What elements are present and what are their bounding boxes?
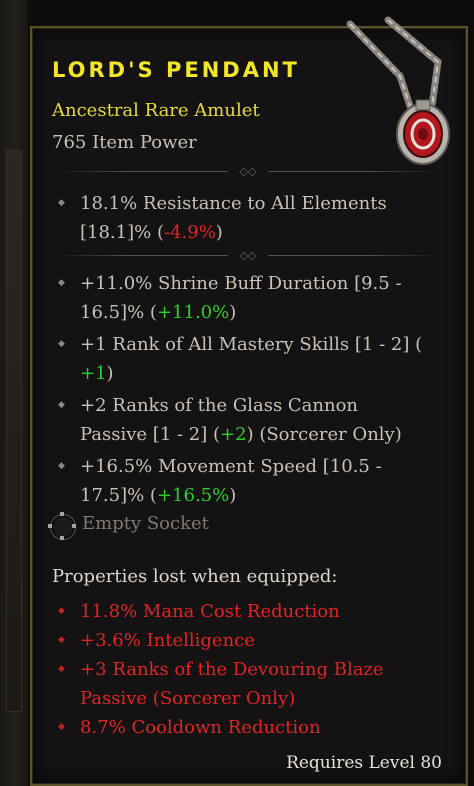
diamond-bullet-icon: ◆	[58, 722, 65, 732]
diamond-bullet-icon: ◆	[58, 400, 65, 410]
implicit-stat: ◆ 18.1% Resistance to All Elements [18.1…	[58, 189, 440, 247]
item-type: Ancestral Rare Amulet	[52, 100, 260, 121]
stat-diff-positive: +16.5%	[156, 485, 230, 506]
lost-property: ◆ 8.7% Cooldown Reduction	[58, 713, 440, 742]
lost-property: ◆ +3.6% Intelligence	[58, 626, 440, 655]
lost-property: ◆ +3 Ranks of the Devouring Blaze Passiv…	[58, 655, 440, 713]
affix-stat: ◆ +16.5% Movement Speed [10.5 - 17.5]% (…	[58, 452, 440, 510]
divider: ◇◇	[56, 249, 440, 263]
affix-stat: ◆ +11.0% Shrine Buff Duration [9.5 - 16.…	[58, 269, 440, 327]
diamond-bullet-icon: ◆	[58, 339, 65, 349]
background-rail	[6, 150, 22, 712]
diamond-bullet-icon: ◆	[58, 278, 65, 288]
lost-property: ◆ 11.8% Mana Cost Reduction	[58, 597, 440, 626]
item-power: 765 Item Power	[52, 132, 197, 153]
divider-ornament-icon: ◇◇	[228, 165, 268, 179]
diamond-bullet-icon: ◆	[58, 664, 65, 674]
level-requirement: Requires Level 80	[286, 753, 442, 773]
divider: ◇◇	[56, 165, 440, 179]
amulet-icon	[346, 16, 450, 165]
diamond-bullet-icon: ◆	[58, 635, 65, 645]
socket-label: Empty Socket	[82, 513, 209, 534]
diamond-bullet-icon: ◆	[58, 461, 65, 471]
stat-diff-positive: +2	[220, 424, 247, 445]
affix-stat: ◆ +2 Ranks of the Glass Cannon Passive […	[58, 391, 440, 449]
divider-ornament-icon: ◇◇	[228, 249, 268, 263]
item-name: LORD'S PENDANT	[52, 58, 300, 82]
stat-diff-positive: +1	[80, 363, 107, 384]
stat-diff-positive: +11.0%	[156, 302, 230, 323]
affix-stat: ◆ +1 Rank of All Mastery Skills [1 - 2] …	[58, 330, 440, 388]
properties-lost-heading: Properties lost when equipped:	[52, 566, 338, 587]
empty-socket-icon[interactable]	[48, 512, 76, 540]
diamond-bullet-icon: ◆	[58, 606, 65, 616]
background-left-edge	[0, 0, 28, 786]
diamond-bullet-icon: ◆	[58, 198, 65, 208]
stat-diff-negative: -4.9%	[163, 222, 216, 243]
